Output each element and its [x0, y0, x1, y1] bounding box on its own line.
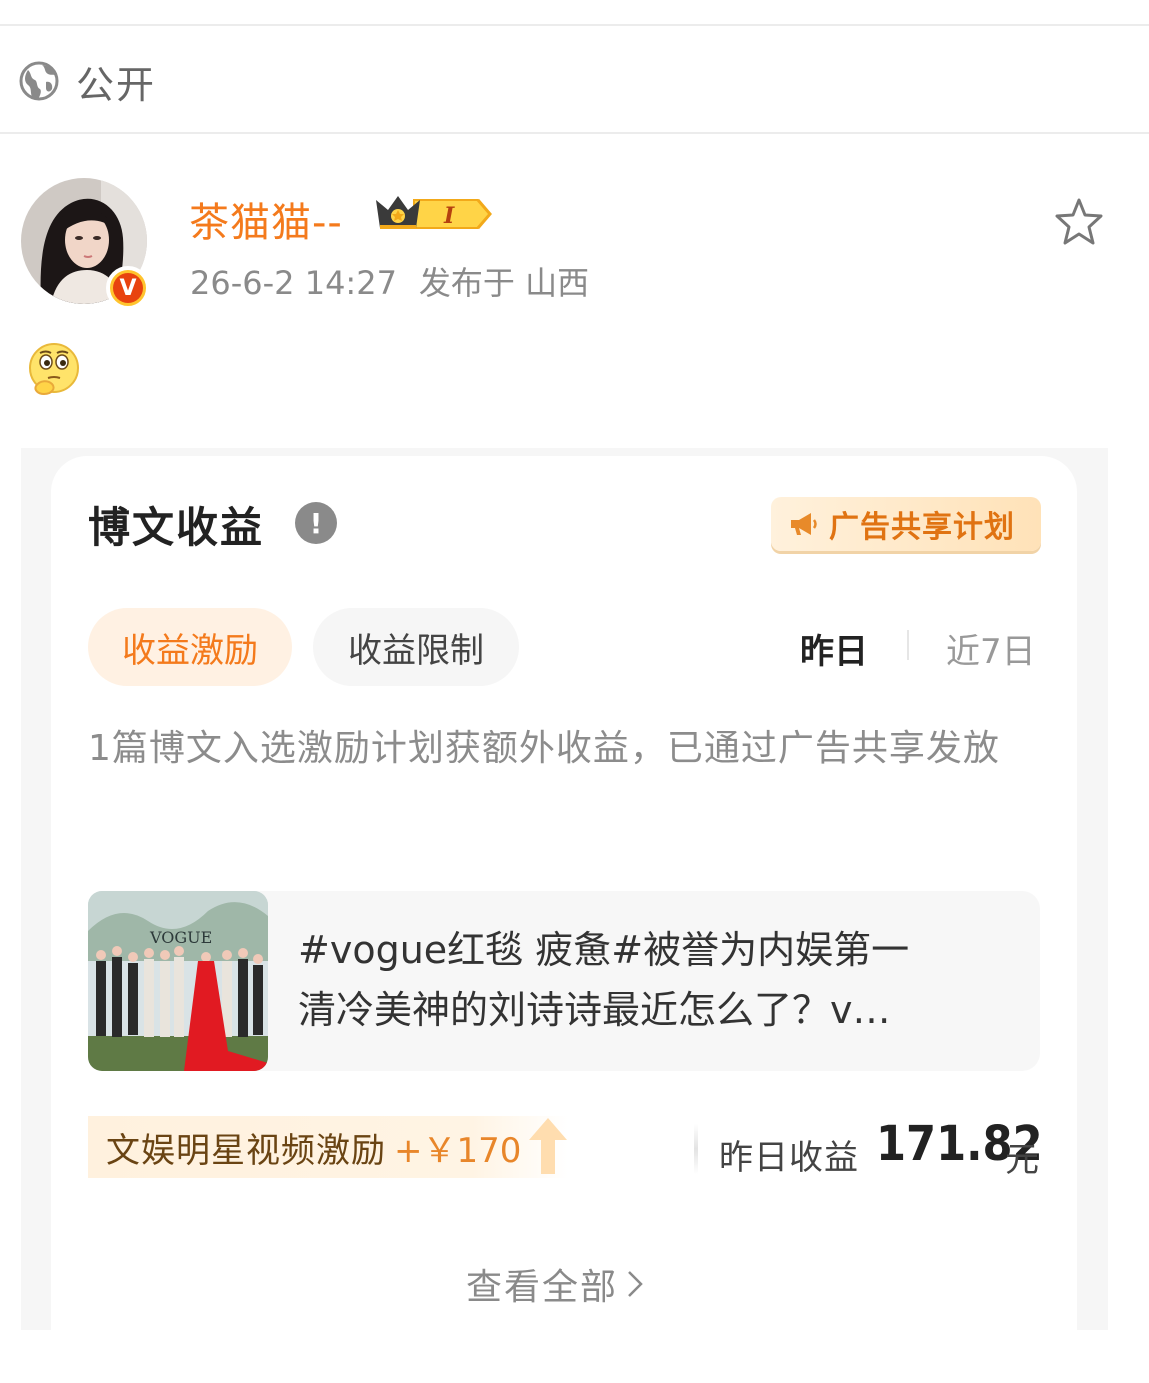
- period-yesterday[interactable]: 昨日: [800, 624, 868, 673]
- member-crown-icon[interactable]: I: [374, 192, 492, 236]
- earnings-description: 1篇博文入选激励计划获额外收益，已通过广告共享发放: [88, 728, 1000, 769]
- bonus-label: 文娱明星视频激励: [106, 1130, 386, 1171]
- ad-share-plan-label: 广告共享计划: [829, 510, 1015, 545]
- post-timestamp: 26-6-2 14:27: [190, 264, 397, 302]
- privacy-setting[interactable]: 公开: [18, 56, 157, 107]
- post-meta: 26-6-2 14:27 发布于 山西: [190, 258, 611, 304]
- svg-text:VOGUE: VOGUE: [149, 928, 212, 947]
- tab-earnings-limit[interactable]: 收益限制: [313, 608, 519, 686]
- megaphone-icon: [791, 513, 817, 535]
- bonus-amount: +￥170: [394, 1130, 522, 1171]
- linked-post-title-line1: #vogue红毯 疲惫#被誉为内娱第一: [298, 928, 910, 972]
- thinking-face-emoji: [29, 343, 79, 396]
- tab-earnings-incentive[interactable]: 收益激励: [88, 608, 292, 686]
- bonus-tag: 文娱明星视频激励 +￥170: [88, 1116, 568, 1178]
- view-all-link[interactable]: 查看全部: [466, 1258, 646, 1310]
- info-icon[interactable]: !: [295, 502, 337, 544]
- author-name[interactable]: 茶猫猫--: [189, 190, 343, 248]
- verified-badge: V: [106, 266, 150, 310]
- linked-post-thumbnail: VOGUE: [88, 891, 268, 1071]
- globe-icon: [19, 61, 59, 101]
- linked-post-title: #vogue红毯 疲惫#被誉为内娱第一 清冷美神的刘诗诗最近怎么了？v…: [298, 920, 1008, 1040]
- privacy-label: 公开: [76, 62, 157, 107]
- favorite-star-icon[interactable]: [1053, 196, 1105, 248]
- yesterday-earnings-label: 昨日收益: [719, 1138, 859, 1178]
- earnings-card-title: 博文收益: [88, 503, 265, 552]
- yesterday-earnings-unit: 元: [1005, 1140, 1039, 1180]
- ad-share-plan-button[interactable]: 广告共享计划: [771, 497, 1041, 551]
- period-separator: [907, 630, 909, 660]
- post-location: 发布于 山西: [418, 264, 590, 302]
- earnings-separator: [694, 1124, 698, 1174]
- up-arrow-icon: [529, 1118, 567, 1174]
- section-divider: [0, 132, 1149, 134]
- linked-post-title-line2: 清冷美神的刘诗诗最近怎么了？v…: [298, 988, 891, 1032]
- member-level-text: I: [443, 203, 455, 229]
- chevron-right-icon: [628, 1271, 643, 1297]
- verified-v-icon: V: [113, 273, 143, 303]
- period-last-7-days[interactable]: 近7日: [946, 624, 1036, 673]
- view-all-label: 查看全部: [466, 1267, 619, 1308]
- top-divider: [0, 24, 1149, 26]
